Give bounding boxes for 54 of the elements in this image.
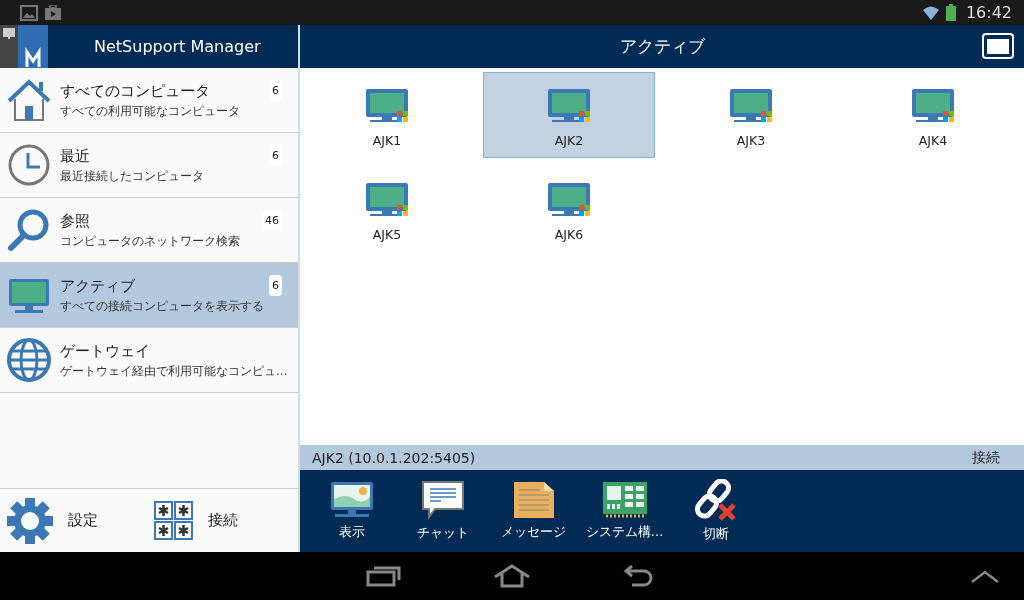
toolbar-button[interactable]: システム構…: [579, 470, 670, 552]
view-title: アクティブ: [619, 35, 705, 58]
selected-computer-address: AJK2 (10.0.1.202:5405): [312, 449, 476, 466]
sidebar-item[interactable]: すべてのコンピュータ すべての利用可能なコンピュータ 6: [0, 68, 298, 133]
globe-icon: [6, 337, 52, 383]
item-subtitle: 最近接続したコンピュータ: [60, 168, 204, 184]
computer-tile[interactable]: AJK4: [847, 72, 1019, 158]
clock-icon: [6, 142, 52, 188]
item-title: すべてのコンピュータ: [60, 81, 210, 101]
sidebar-item[interactable]: アクティブ すべての接続コンピュータを表示する 6: [0, 263, 298, 328]
circuit-board-icon: [601, 481, 648, 519]
count-badge: 6: [269, 145, 282, 166]
monitor-picture-icon: [329, 481, 374, 519]
computer-tile[interactable]: AJK3: [665, 72, 837, 158]
count-badge: 46: [262, 210, 282, 231]
computer-tile[interactable]: AJK5: [301, 166, 473, 252]
battery-icon: [945, 4, 956, 21]
broken-link-icon: [693, 479, 738, 521]
item-title: 最近: [60, 146, 90, 166]
house-icon: [6, 77, 52, 123]
computer-tile[interactable]: AJK1: [301, 72, 473, 158]
chat-bubble-icon: [420, 480, 465, 520]
computer-tile[interactable]: AJK6: [483, 166, 655, 252]
item-subtitle: すべての利用可能なコンピュータ: [60, 103, 240, 119]
item-subtitle: すべての接続コンピュータを表示する: [60, 298, 264, 314]
item-title: アクティブ: [60, 276, 135, 296]
count-badge: 6: [269, 80, 282, 101]
sidebar-item[interactable]: 最近 最近接続したコンピュータ 6: [0, 133, 298, 198]
recent-apps-icon[interactable]: [366, 565, 402, 587]
document-icon: [512, 481, 555, 519]
play-bag-icon: [44, 4, 62, 21]
connection-status: 接続: [972, 448, 1000, 467]
item-subtitle: ゲートウェイ経由で利用可能なコンピュ…: [60, 363, 288, 379]
footer-button[interactable]: 接続: [150, 500, 298, 541]
toolbar-button[interactable]: 切断: [670, 470, 761, 552]
item-title: 参照: [60, 211, 90, 231]
item-title: ゲートウェイ: [60, 341, 150, 361]
count-badge: 6: [269, 275, 282, 296]
sidebar-item[interactable]: ゲートウェイ ゲートウェイ経由で利用可能なコンピュ…: [0, 328, 298, 393]
toolbar-button[interactable]: チャット: [397, 470, 488, 552]
toolbar-button[interactable]: 表示: [306, 470, 397, 552]
computer-tile[interactable]: AJK2: [483, 72, 655, 158]
toolbar-button[interactable]: メッセージ: [488, 470, 579, 552]
chevron-up-icon[interactable]: [970, 570, 1000, 584]
item-subtitle: コンピュータのネットワーク検索: [60, 233, 240, 249]
window-icon[interactable]: [982, 33, 1014, 59]
settings-icon: [6, 496, 54, 545]
app-title: NetSupport Manager: [94, 37, 261, 56]
clock-time: 16:42: [965, 3, 1012, 22]
home-icon[interactable]: [492, 564, 532, 588]
wifi-icon: [921, 4, 940, 21]
picture-icon: [20, 4, 38, 21]
asterisk-grid-icon: [154, 500, 194, 541]
footer-button[interactable]: 設定: [0, 496, 150, 545]
